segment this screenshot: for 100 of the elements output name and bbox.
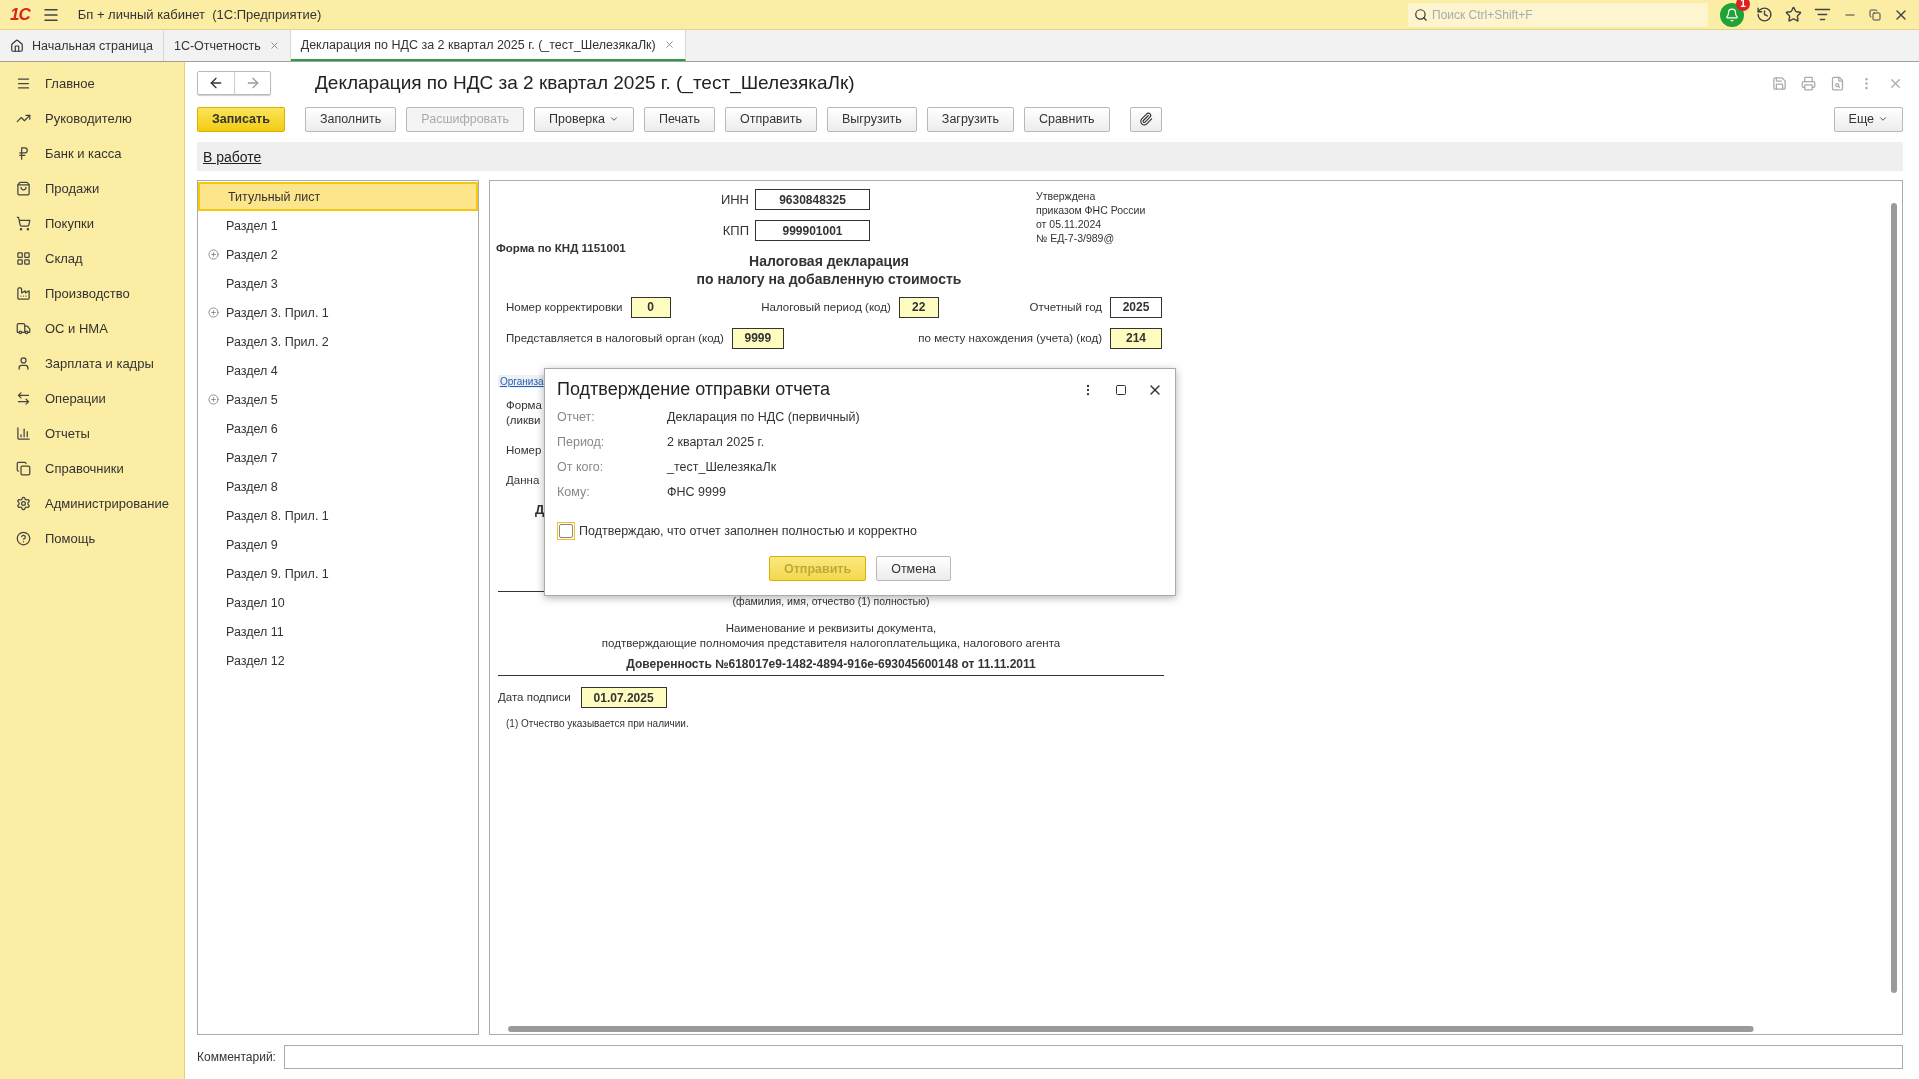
section-item[interactable]: Титульный лист [198,182,478,211]
field-value: ФНС 9999 [667,484,726,499]
section-item[interactable]: Раздел 3. Прил. 1 [198,298,478,327]
power-of-attorney: Доверенность №618017е9-1482-4894-916е-693045600148 от 11.11.2011 [625,656,1037,673]
sidebar-item[interactable]: Справочники [0,451,184,486]
sidebar-item[interactable]: Администрирование [0,486,184,521]
form-cell[interactable]: 01.07.2025 [580,687,667,708]
toolbar-button[interactable]: Выгрузить [826,106,917,132]
save-icon[interactable] [1772,75,1787,91]
star-icon[interactable] [1785,6,1802,23]
form-cell[interactable]: 9999 [731,327,784,349]
section-item[interactable]: Раздел 11 [198,617,478,646]
section-item[interactable]: Раздел 7 [198,443,478,472]
person-icon [16,356,31,371]
field-label: по месту нахождения (учета) (код) [918,330,1102,346]
expand-icon[interactable] [208,394,219,405]
field-label: Период: [557,434,606,449]
form-text: (ликви [506,413,542,428]
preview-icon[interactable] [1830,75,1845,91]
sidebar-item[interactable]: Зарплата и кадры [0,346,184,381]
attach-button[interactable] [1129,106,1162,132]
sidebar-item[interactable]: ОС и НМА [0,311,184,346]
more-button[interactable]: Еще [1833,106,1903,132]
confirm-checkbox[interactable]: Подтверждаю, что отчет заполнен полностью и корректно [557,522,917,540]
form-cell[interactable]: 22 [898,296,939,318]
form-cell[interactable]: 214 [1110,327,1162,349]
sidebar-item[interactable]: Покупки [0,206,184,241]
sidebar-item[interactable]: Главное [0,66,184,101]
home-icon [10,38,24,53]
menu-icon [16,76,31,91]
field-label: Номер корректировки [506,299,623,315]
form-text: Форма [506,398,543,413]
section-item[interactable]: Раздел 4 [198,356,478,385]
form-heading: по налогу на добавленную стоимость [695,270,963,288]
notification-button[interactable] [1720,2,1744,27]
grid-icon [16,251,31,266]
cart-icon [16,216,31,231]
search-field[interactable]: Поиск Ctrl+Shift+F [1408,2,1708,27]
section-item[interactable]: Раздел 5 [198,385,478,414]
tab-label: Декларация по НДС за 2 квартал 2025 г. (_тест_ШелезякаЛк) [300,37,656,52]
form-cell[interactable]: 9630848325 [755,189,870,210]
approval-note: Утверждена [1036,189,1097,203]
filter-icon[interactable] [1814,6,1831,23]
toolbar-button[interactable]: Заполнить [304,106,397,132]
sidebar-item[interactable]: Руководителю [0,101,184,136]
toolbar-button[interactable]: Проверка [534,106,634,132]
section-item[interactable]: Раздел 2 [198,240,478,269]
logo: 1С [10,4,30,25]
field-label: Налоговый период (код) [761,299,891,315]
bar-chart-icon [16,426,31,441]
sidebar-item[interactable]: Банк и касса [0,136,184,171]
toolbar-button[interactable]: Сравнить [1023,106,1110,132]
section-item[interactable]: Раздел 8. Прил. 1 [198,501,478,530]
form-cell[interactable]: 0 [630,296,671,318]
name-hint: (фамилия, имя, отчество (1) полностью) [731,594,931,609]
tab[interactable]: Декларация по НДС за 2 квартал 2025 г. (_тест_ШелезякаЛк) [290,30,686,61]
tab[interactable]: 1С-Отчетность [163,30,291,61]
expand-icon[interactable] [208,307,219,318]
section-item[interactable]: Раздел 3 [198,269,478,298]
form-cell[interactable]: 2025 [1110,296,1162,318]
tab[interactable]: Начальная страница [0,30,164,61]
comment-field[interactable] [283,1045,1903,1069]
arrows-icon [16,391,31,406]
field-value: Декларация по НДС (первичный) [667,409,860,424]
toolbar-button[interactable]: Отправить [724,106,817,132]
sidebar-item[interactable]: Склад [0,241,184,276]
sidebar-item[interactable]: Помощь [0,521,184,556]
section-item[interactable]: Раздел 3. Прил. 2 [198,327,478,356]
ruble-icon [16,146,31,161]
caption-text: Наименование и реквизиты документа, [724,621,938,636]
section-item[interactable]: Раздел 9. Прил. 1 [198,559,478,588]
sidebar-item[interactable]: Отчеты [0,416,184,451]
section-item[interactable]: Раздел 1 [198,211,478,240]
expand-icon[interactable] [208,249,219,260]
dialog-button[interactable]: Отмена [876,556,951,581]
comment-label: Комментарий: [197,1050,276,1064]
status-link[interactable]: В работе [203,148,262,165]
tab-label: Начальная страница [32,38,153,53]
checkbox[interactable] [557,522,575,540]
form-cell[interactable]: 999901001 [755,220,870,241]
history-icon[interactable] [1756,6,1773,23]
maximize-icon[interactable] [1115,383,1127,396]
form-text: Номер [506,443,543,458]
toolbar-button[interactable]: Загрузить [926,106,1014,132]
section-item[interactable]: Раздел 8 [198,472,478,501]
form-text: Данна [506,473,541,488]
section-item[interactable]: Раздел 9 [198,530,478,559]
organization-link[interactable]: Организа [498,375,546,388]
toolbar-button[interactable]: Записать [197,106,285,132]
field-label: Представляется в налоговый орган (код) [506,330,724,346]
sidebar-item[interactable]: Операции [0,381,184,416]
section-item[interactable]: Раздел 12 [198,646,478,675]
restore-icon[interactable] [1869,8,1881,21]
sidebar-item[interactable]: Продажи [0,171,184,206]
section-item[interactable]: Раздел 10 [198,588,478,617]
form-code: Форма по КНД 1151001 [496,241,627,256]
print-icon[interactable] [1801,75,1816,91]
toolbar-button[interactable]: Печать [644,106,715,132]
section-item[interactable]: Раздел 6 [198,414,478,443]
sidebar-item[interactable]: Производство [0,276,184,311]
